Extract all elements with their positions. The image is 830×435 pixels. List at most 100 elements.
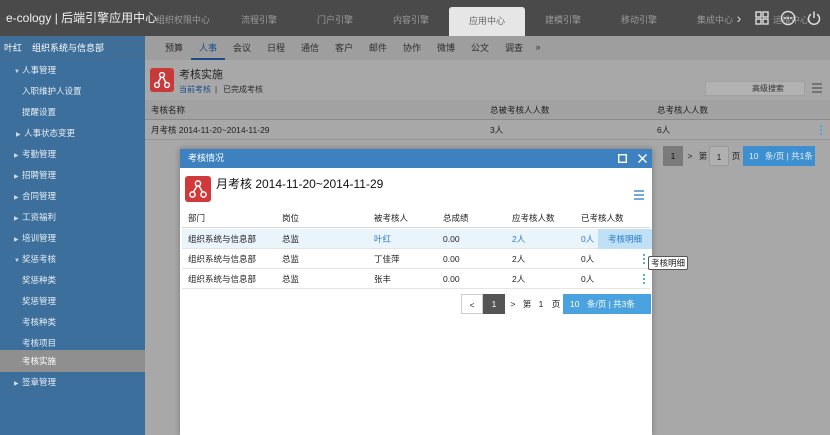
table-header: 考核名称 总被考核人人数 总考核人人数 [145,100,830,120]
expanded-icon: ▼ [14,69,20,75]
assessment-detail-button[interactable]: 考核明细 [598,229,652,249]
assessed-person-link[interactable]: 叶红 [374,229,391,249]
post-cell: 总监 [282,274,300,284]
advanced-search-button[interactable]: 高级搜索 [705,81,805,96]
column-header[interactable]: 应考核人数 [512,209,555,228]
total-assessor-count: 6人 [657,125,671,135]
sidebar-item-assessment-types[interactable]: 考核种类 [0,312,145,333]
column-header[interactable]: 总被考核人人数 [490,100,550,120]
close-icon[interactable] [638,154,647,163]
assessed-person-link[interactable]: 丁佳萍 [374,249,400,269]
sidebar: ▼ 人事管理 入职维护人设置 提醒设置 ▶ 人事状态变更 ▶ 考勤管理 ▶ 招聘管理 ▶… [0,60,145,435]
sidebar-item-recruitment[interactable]: ▶ 招聘管理 [0,165,145,186]
subtab-survey[interactable]: 调查 [497,36,531,60]
sidebar-item-training[interactable]: ▶ 培训管理 [0,228,145,249]
row-more-icon[interactable] [642,253,646,265]
sidebar-item-hr-management[interactable]: ▼ 人事管理 [0,60,145,81]
tab-mobile-engine[interactable]: 移动引擎 [601,0,677,36]
done-assess-link[interactable]: 0人 [581,249,594,269]
pager-page-input[interactable]: 1 [709,146,729,166]
should-assess-link[interactable]: 2人 [512,229,525,249]
column-header[interactable]: 考核名称 [151,100,185,120]
sidebar-item-reminder-settings[interactable]: 提醒设置 [0,102,145,123]
column-header[interactable]: 已考核人数 [581,209,624,228]
maximize-icon[interactable] [618,154,627,163]
subtab-meeting[interactable]: 会议 [225,36,259,60]
sidebar-item-assessment-implementation[interactable]: 考核实施 [0,350,145,372]
column-header[interactable]: 总考核人人数 [657,100,708,120]
subtab-communication[interactable]: 通信 [293,36,327,60]
post-cell: 总监 [282,234,300,244]
should-assess-link[interactable]: 2人 [512,269,525,289]
user-name[interactable]: 叶红 [4,43,22,53]
tab-content-engine[interactable]: 内容引擎 [373,0,449,36]
pager-page-size[interactable]: 10 条/页 | 共1条 [743,146,815,166]
pager-current-page[interactable]: 1 [663,146,683,166]
tab-modeling-engine[interactable]: 建模引擎 [525,0,601,36]
tab-org-permission[interactable]: 组织权限中心 [145,0,221,36]
collapsed-icon: ▶ [14,195,19,201]
pager-label-prefix: 第 [698,151,708,161]
sidebar-item-reward-management[interactable]: 奖惩管理 [0,291,145,312]
list-menu-icon[interactable] [633,189,645,201]
column-header[interactable]: 被考核人 [374,209,408,228]
subtab-document[interactable]: 公文 [463,36,497,60]
subtab-weibo[interactable]: 微博 [429,36,463,60]
subtab-customer[interactable]: 客户 [327,36,361,60]
collapsed-icon: ▶ [14,381,19,387]
power-icon[interactable] [806,10,822,26]
subtab-collaboration[interactable]: 协作 [395,36,429,60]
row-more-icon[interactable] [819,124,823,136]
pager-prev[interactable]: < [461,294,483,314]
assessment-logo-icon [185,176,211,202]
pager-next[interactable]: > [505,294,521,314]
column-header[interactable]: 部门 [188,209,205,228]
subtab-budget[interactable]: 预算 [157,36,191,60]
pager-page-input[interactable]: 1 [533,294,549,314]
done-assess-link[interactable]: 0人 [581,229,594,249]
more-icon[interactable] [780,10,796,26]
assessment-logo-icon [150,68,174,92]
done-assess-link[interactable]: 0人 [581,269,594,289]
tabs-next-icon[interactable]: › [732,0,746,36]
filter-current-assessment[interactable]: 当前考核 | [179,84,217,95]
pager-page-size[interactable]: 10 条/页 | 共3条 [563,294,651,314]
sidebar-item-attendance[interactable]: ▶ 考勤管理 [0,144,145,165]
assessed-person-link[interactable]: 张丰 [374,269,391,289]
sidebar-item-onboarding-maintainer[interactable]: 入职维护人设置 [0,81,145,102]
tab-workflow-engine[interactable]: 流程引擎 [221,0,297,36]
list-menu-icon[interactable] [811,82,823,94]
sidebar-item-hr-status-change[interactable]: ▶ 人事状态变更 [0,123,145,144]
collapsed-icon: ▶ [14,237,19,243]
sidebar-item-reward-types[interactable]: 奖惩种类 [0,270,145,291]
app-title: e-cology | 后端引擎应用中心 [6,11,158,25]
sidebar-item-contract[interactable]: ▶ 合同管理 [0,186,145,207]
sidebar-item-rewards-assessment[interactable]: ▼ 奖惩考核 [0,249,145,270]
should-assess-link[interactable]: 2人 [512,249,525,269]
table-row[interactable]: 组织系统与信息部 总监 叶红 0.00 2人 0人 考核明细 [182,229,652,249]
sidebar-item-seal-management[interactable]: ▶ 签章管理 [0,372,145,393]
table-row[interactable]: 月考核 2014-11-20~2014-11-29 3人 6人 [145,120,830,140]
assessment-name[interactable]: 月考核 2014-11-20~2014-11-29 [151,120,270,140]
filter-completed-assessment[interactable]: 已完成考核 [223,84,263,95]
subtab-schedule[interactable]: 日程 [259,36,293,60]
table-row[interactable]: 组织系统与信息部 总监 丁佳萍 0.00 2人 0人 [182,249,650,269]
pager-next[interactable]: > [683,146,697,166]
subtab-mail[interactable]: 邮件 [361,36,395,60]
sidebar-item-salary[interactable]: ▶ 工资福利 [0,207,145,228]
collapsed-icon: ▶ [14,174,19,180]
collapsed-icon: ▶ [16,132,21,138]
tab-app-center[interactable]: 应用中心 [449,7,525,36]
dialog-title-bar: 考核情况 [180,149,652,168]
column-header[interactable]: 总成绩 [443,209,469,228]
dept-cell: 组织系统与信息部 [188,254,257,264]
user-dept: 组织系统与信息部 [32,43,105,53]
grid-icon[interactable] [754,10,770,26]
tab-portal-engine[interactable]: 门户引擎 [297,0,373,36]
pager-current-page[interactable]: 1 [483,294,505,314]
table-row[interactable]: 组织系统与信息部 总监 张丰 0.00 2人 0人 [182,269,650,289]
subtabs-more-icon[interactable]: » [531,36,545,60]
subtab-hr[interactable]: 人事 [191,36,225,60]
row-more-icon[interactable] [642,273,646,285]
column-header[interactable]: 岗位 [282,209,299,228]
